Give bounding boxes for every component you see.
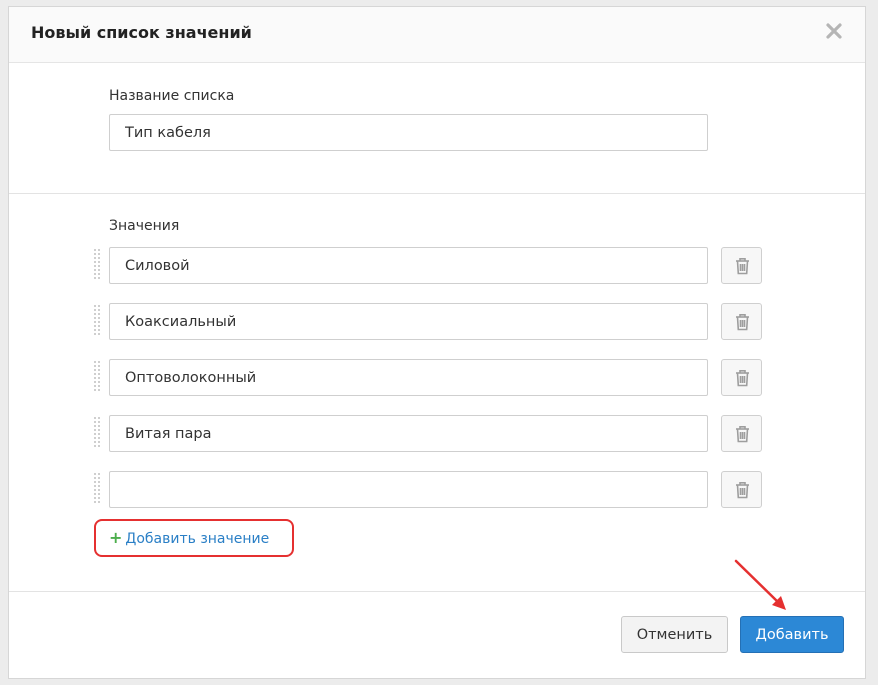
add-value-label: Добавить значение — [125, 531, 270, 547]
dialog-header: Новый список значений — [9, 7, 865, 63]
dialog-title: Новый список значений — [31, 23, 252, 42]
delete-value-button-1[interactable] — [721, 247, 762, 284]
dialog: Новый список значений Название списка Зн… — [8, 6, 866, 679]
add-value-link[interactable]: + Добавить значение — [109, 528, 269, 547]
delete-value-button-2[interactable] — [721, 303, 762, 340]
values-label: Значения — [109, 218, 180, 234]
drag-handle-icon[interactable] — [94, 361, 100, 395]
trash-icon — [736, 370, 749, 387]
drag-handle-icon[interactable] — [94, 305, 100, 339]
drag-handle-icon[interactable] — [94, 249, 100, 283]
drag-handle-icon[interactable] — [94, 473, 100, 507]
delete-value-button-5[interactable] — [721, 471, 762, 508]
submit-add-button[interactable]: Добавить — [740, 616, 844, 653]
footer-divider — [9, 591, 865, 592]
value-input-4[interactable] — [109, 415, 708, 452]
drag-handle-icon[interactable] — [94, 417, 100, 451]
value-input-5[interactable] — [109, 471, 708, 508]
delete-value-button-4[interactable] — [721, 415, 762, 452]
value-input-1[interactable] — [109, 247, 708, 284]
trash-icon — [736, 482, 749, 499]
cancel-button[interactable]: Отменить — [621, 616, 728, 653]
trash-icon — [736, 314, 749, 331]
trash-icon — [736, 258, 749, 275]
value-input-2[interactable] — [109, 303, 708, 340]
plus-icon: + — [109, 528, 123, 547]
close-icon[interactable] — [825, 20, 843, 42]
list-name-label: Название списка — [109, 88, 235, 104]
section-divider — [9, 193, 865, 194]
value-input-3[interactable] — [109, 359, 708, 396]
delete-value-button-3[interactable] — [721, 359, 762, 396]
trash-icon — [736, 426, 749, 443]
list-name-input[interactable] — [109, 114, 708, 151]
